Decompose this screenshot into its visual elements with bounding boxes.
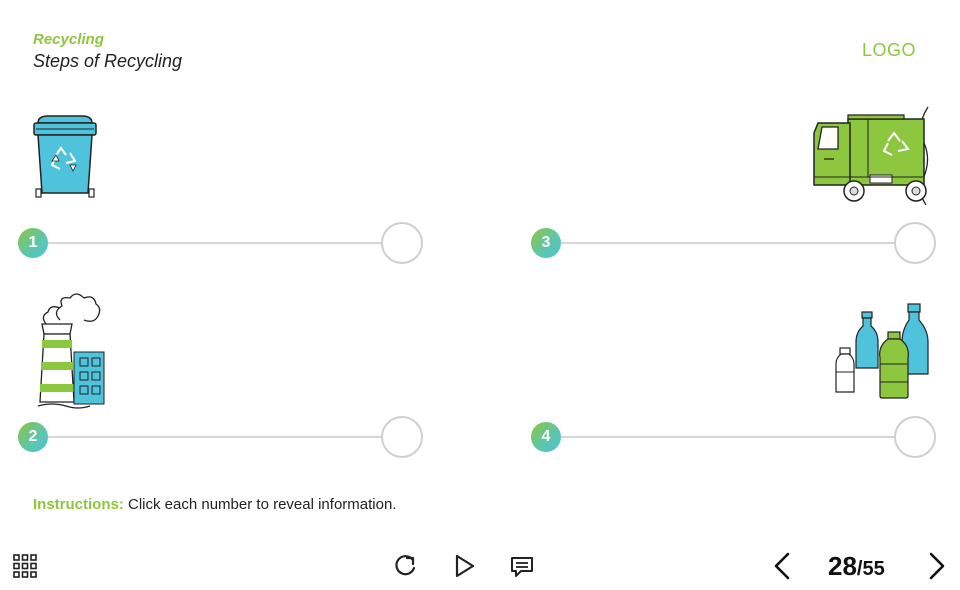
logo: LOGO	[861, 40, 916, 60]
play-icon[interactable]	[453, 553, 477, 579]
step-2-line	[48, 436, 381, 438]
step-1-row: 1	[18, 220, 423, 266]
step-3-number-button[interactable]: 3	[531, 228, 561, 258]
total-pages: /55	[856, 558, 885, 580]
step-4-row: 4	[531, 414, 936, 460]
page-counter: 28/55	[828, 551, 885, 582]
step-2-row: 2	[18, 414, 423, 460]
step-1-number-button[interactable]: 1	[18, 228, 48, 258]
replay-icon[interactable]	[392, 553, 418, 579]
step-1-line	[48, 242, 381, 244]
recycling-bin-icon	[33, 115, 97, 198]
step-2-number-button[interactable]: 2	[18, 422, 48, 452]
step-3-row: 3	[531, 220, 936, 266]
step-2-reveal-circle[interactable]	[381, 416, 423, 458]
instructions-label: Instructions:	[33, 496, 124, 513]
grid-menu-icon[interactable]	[13, 554, 37, 578]
current-page: 28	[828, 551, 857, 581]
step-3-line	[561, 242, 894, 244]
factory-icon	[37, 293, 105, 409]
page-title: Steps of Recycling	[33, 51, 183, 71]
chevron-right-icon[interactable]	[926, 551, 948, 581]
step-4-reveal-circle[interactable]	[894, 416, 936, 458]
step-4-line	[561, 436, 894, 438]
step-3-reveal-circle[interactable]	[894, 222, 936, 264]
garbage-truck-icon	[813, 106, 929, 205]
course-category: Recycling	[33, 31, 104, 48]
chevron-left-icon[interactable]	[771, 551, 793, 581]
comment-icon[interactable]	[509, 555, 535, 579]
instructions: Instructions: Click each number to revea…	[33, 496, 396, 513]
instructions-text: Click each number to reveal information.	[123, 496, 397, 513]
step-1-reveal-circle[interactable]	[381, 222, 423, 264]
bottles-icon	[835, 303, 929, 399]
step-4-number-button[interactable]: 4	[531, 422, 561, 452]
